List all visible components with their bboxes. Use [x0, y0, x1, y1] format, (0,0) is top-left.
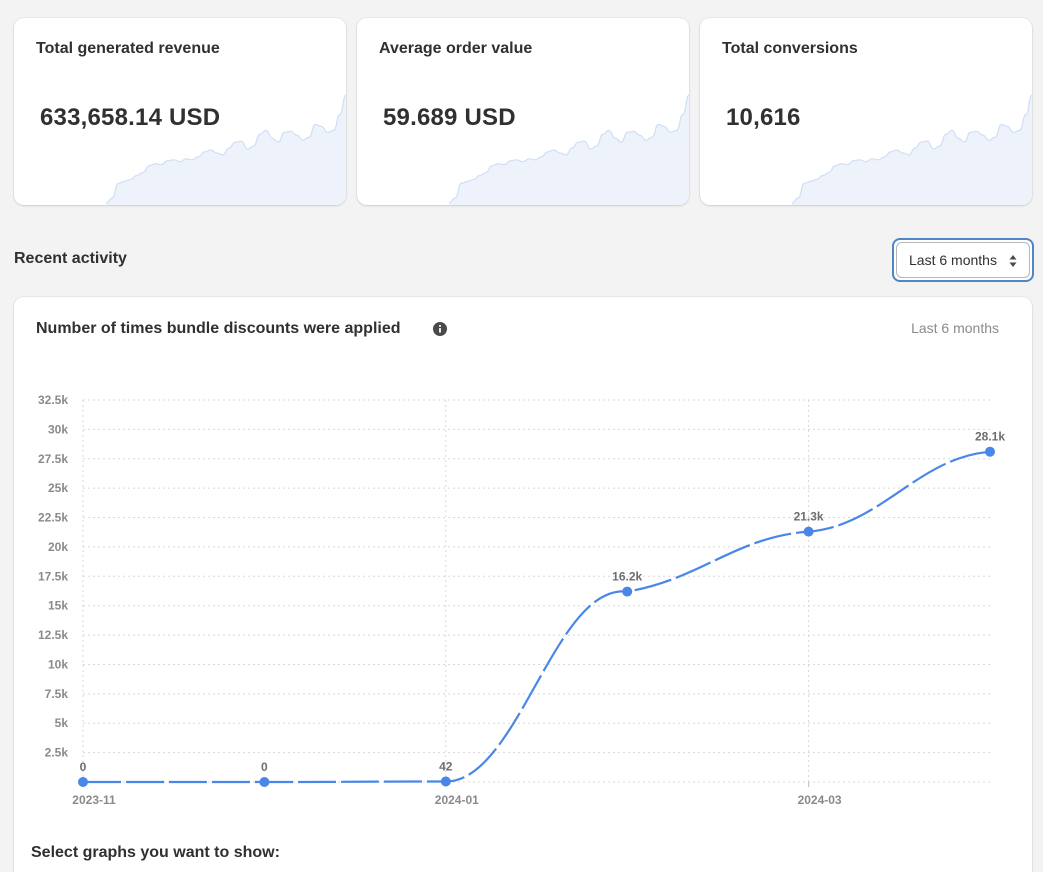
data-point[interactable]	[985, 446, 995, 457]
series-line	[83, 450, 991, 784]
stat-title: Average order value	[379, 40, 533, 57]
x-tick-label: 2024-03	[798, 793, 842, 807]
data-label: 16.2k	[612, 570, 642, 584]
sparkline	[448, 94, 689, 205]
data-label: 0	[80, 760, 87, 774]
y-tick-label: 7.5k	[45, 687, 69, 701]
range-select-box[interactable]: Last 6 months	[896, 242, 1030, 278]
stat-value: 59.689 USD	[383, 104, 516, 131]
data-label: 42	[439, 760, 453, 774]
sparkline-area	[792, 95, 1032, 205]
x-tick-label: 2023-11	[72, 793, 116, 807]
y-tick-label: 12.5k	[38, 628, 68, 642]
stat-value: 633,658.14 USD	[40, 104, 221, 131]
data-point[interactable]	[622, 586, 633, 597]
y-tick-label: 27.5k	[38, 452, 68, 466]
y-tick-label: 17.5k	[38, 569, 68, 583]
chart-card: Number of times bundle discounts were ap…	[14, 297, 1032, 872]
data-label: 28.1k	[975, 430, 1005, 444]
range-select[interactable]: Last 6 months	[892, 238, 1034, 282]
data-label: 0	[261, 760, 268, 774]
y-tick-label: 10k	[48, 657, 68, 671]
data-point[interactable]	[440, 776, 451, 787]
y-tick-label: 30k	[48, 422, 68, 436]
y-tick-label: 5k	[55, 716, 69, 730]
stat-card-revenue: Total generated revenue 633,658.14 USD	[14, 18, 346, 205]
y-tick-label: 2.5k	[45, 746, 69, 760]
x-tick-label: 2024-01	[435, 793, 479, 807]
data-point[interactable]	[78, 777, 88, 787]
stat-card-average-order: Average order value 59.689 USD	[357, 18, 689, 205]
stat-value: 10,616	[726, 104, 801, 131]
select-graphs-label: Select graphs you want to show:	[31, 844, 280, 861]
sparkline	[105, 94, 346, 205]
y-tick-label: 20k	[48, 540, 68, 554]
section-title: Recent activity	[14, 250, 127, 267]
stat-title: Total generated revenue	[36, 40, 220, 57]
data-point[interactable]	[259, 777, 270, 787]
select-arrows-icon	[1009, 255, 1017, 267]
range-select-value: Last 6 months	[909, 252, 997, 268]
stat-title: Total conversions	[722, 40, 858, 57]
sparkline	[791, 94, 1032, 205]
line-chart: 2.5k 5k 7.5k 10k 12.5k 15k 17.5k 20k 22.5k 25k 27.…	[38, 393, 1005, 807]
y-tick-label: 32.5k	[38, 393, 68, 407]
y-tick-label: 22.5k	[38, 511, 68, 525]
stat-card-conversions: Total conversions 10,616	[700, 18, 1032, 205]
data-point[interactable]	[803, 526, 814, 537]
y-tick-label: 15k	[48, 599, 68, 613]
data-label: 21.3k	[794, 510, 824, 524]
y-tick-label: 25k	[48, 481, 68, 495]
